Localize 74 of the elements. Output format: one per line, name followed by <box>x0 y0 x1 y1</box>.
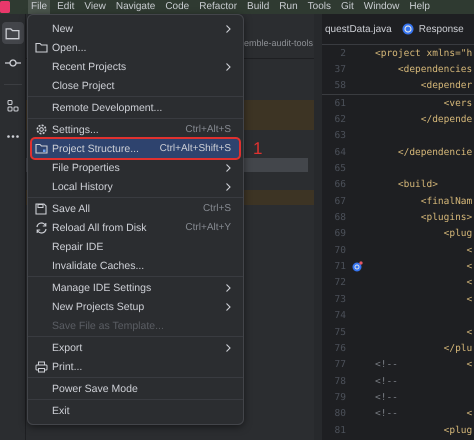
commit-icon[interactable] <box>4 59 20 67</box>
code-line: <!-- < <box>375 408 472 420</box>
code-line: <finalNam <box>420 196 472 207</box>
menu-bar-item[interactable]: Window <box>360 0 402 14</box>
menu-item[interactable]: Remote Development... <box>32 98 239 117</box>
target-icon[interactable] <box>352 261 363 272</box>
chevron-right-icon <box>226 302 231 310</box>
menu-bar-item[interactable]: Run <box>276 0 301 14</box>
menu-item[interactable]: File Properties <box>32 158 239 177</box>
menu-bar-item[interactable]: File <box>28 0 50 14</box>
code-line: <project xmlns="h <box>375 48 472 59</box>
menu-bar-item[interactable]: Edit <box>54 0 78 14</box>
menu-item[interactable]: Exit <box>32 401 239 420</box>
menu-item[interactable]: Export <box>32 338 239 357</box>
code-line: <!-- < <box>375 359 472 370</box>
menu-item[interactable]: Invalidate Caches... <box>32 256 239 275</box>
menu-bar-item[interactable]: Build <box>244 0 272 14</box>
file-tab[interactable]: questData.java <box>325 14 392 44</box>
folder-icon <box>35 42 48 53</box>
folder-icon <box>35 143 48 154</box>
reload-icon <box>35 222 48 234</box>
code-line: <!-- <box>375 376 398 387</box>
menu-item[interactable]: New <box>32 19 239 38</box>
menu-item[interactable]: Repair IDE <box>32 237 239 256</box>
code-line: </dependencie <box>396 146 472 158</box>
menu-bar-item[interactable]: Help <box>406 0 433 14</box>
chevron-right-icon <box>226 284 231 292</box>
printer-icon <box>35 360 48 372</box>
more-icon[interactable] <box>6 134 18 138</box>
menu-item[interactable]: Recent Projects <box>32 57 239 76</box>
menu-bar-item[interactable]: Tools <box>304 0 334 14</box>
chevron-right-icon <box>226 164 231 172</box>
code-line: <build> <box>396 179 438 190</box>
menu-item[interactable]: New Projects Setup <box>32 297 239 316</box>
menu-item[interactable]: Power Save Mode <box>32 379 239 398</box>
menu-item[interactable]: Reload All from Disk Ctrl+Alt+Y <box>32 218 239 237</box>
chevron-right-icon <box>226 24 231 32</box>
menu-bar-item[interactable]: Code <box>162 0 192 14</box>
code-line: <!-- <box>375 392 398 403</box>
project-name: emble-audit-tools <box>244 38 313 48</box>
menu-bar-item[interactable]: View <box>81 0 109 14</box>
code-line: < <box>466 294 472 305</box>
gear-icon <box>35 123 48 136</box>
code-line: </depende <box>420 114 472 126</box>
menu-item[interactable]: Project Structure... Ctrl+Alt+Shift+S <box>32 139 239 158</box>
annotation-number: 1 <box>253 139 262 159</box>
menu-item[interactable]: Manage IDE Settings <box>32 278 239 297</box>
code-line: <vers <box>442 98 472 109</box>
menu-item[interactable]: Close Project <box>32 76 239 95</box>
menu-item[interactable]: Print... <box>32 357 239 376</box>
code-line: <plug <box>442 228 472 240</box>
code-line: <plug <box>442 424 472 436</box>
code-line: < <box>466 261 472 272</box>
code-line: <dependencies <box>396 64 472 76</box>
menu-item[interactable]: Local History <box>32 177 239 196</box>
menu-item[interactable]: Open... <box>32 38 239 57</box>
class-icon <box>402 23 414 35</box>
menu-item[interactable]: Save All Ctrl+S <box>32 199 239 218</box>
chevron-right-icon <box>226 62 231 70</box>
code-line: < <box>466 277 472 288</box>
chevron-right-icon <box>226 182 231 190</box>
structure-icon[interactable] <box>6 100 18 112</box>
code-line: <depender <box>420 80 472 92</box>
code-line: < <box>466 326 472 338</box>
file-tab[interactable]: Response <box>402 14 464 44</box>
menu-bar-item[interactable]: Refactor <box>196 0 240 14</box>
code-line: <plugins> <box>420 212 472 224</box>
code-line: </plu <box>442 342 472 354</box>
menu-bar-item[interactable]: Navigate <box>112 0 158 14</box>
menu-bar-item[interactable]: Git <box>338 0 357 14</box>
chevron-right-icon <box>226 344 231 352</box>
code-line: < <box>466 244 472 256</box>
menu-item[interactable]: Settings... Ctrl+Alt+S <box>32 120 239 139</box>
folder-icon[interactable] <box>5 26 20 40</box>
